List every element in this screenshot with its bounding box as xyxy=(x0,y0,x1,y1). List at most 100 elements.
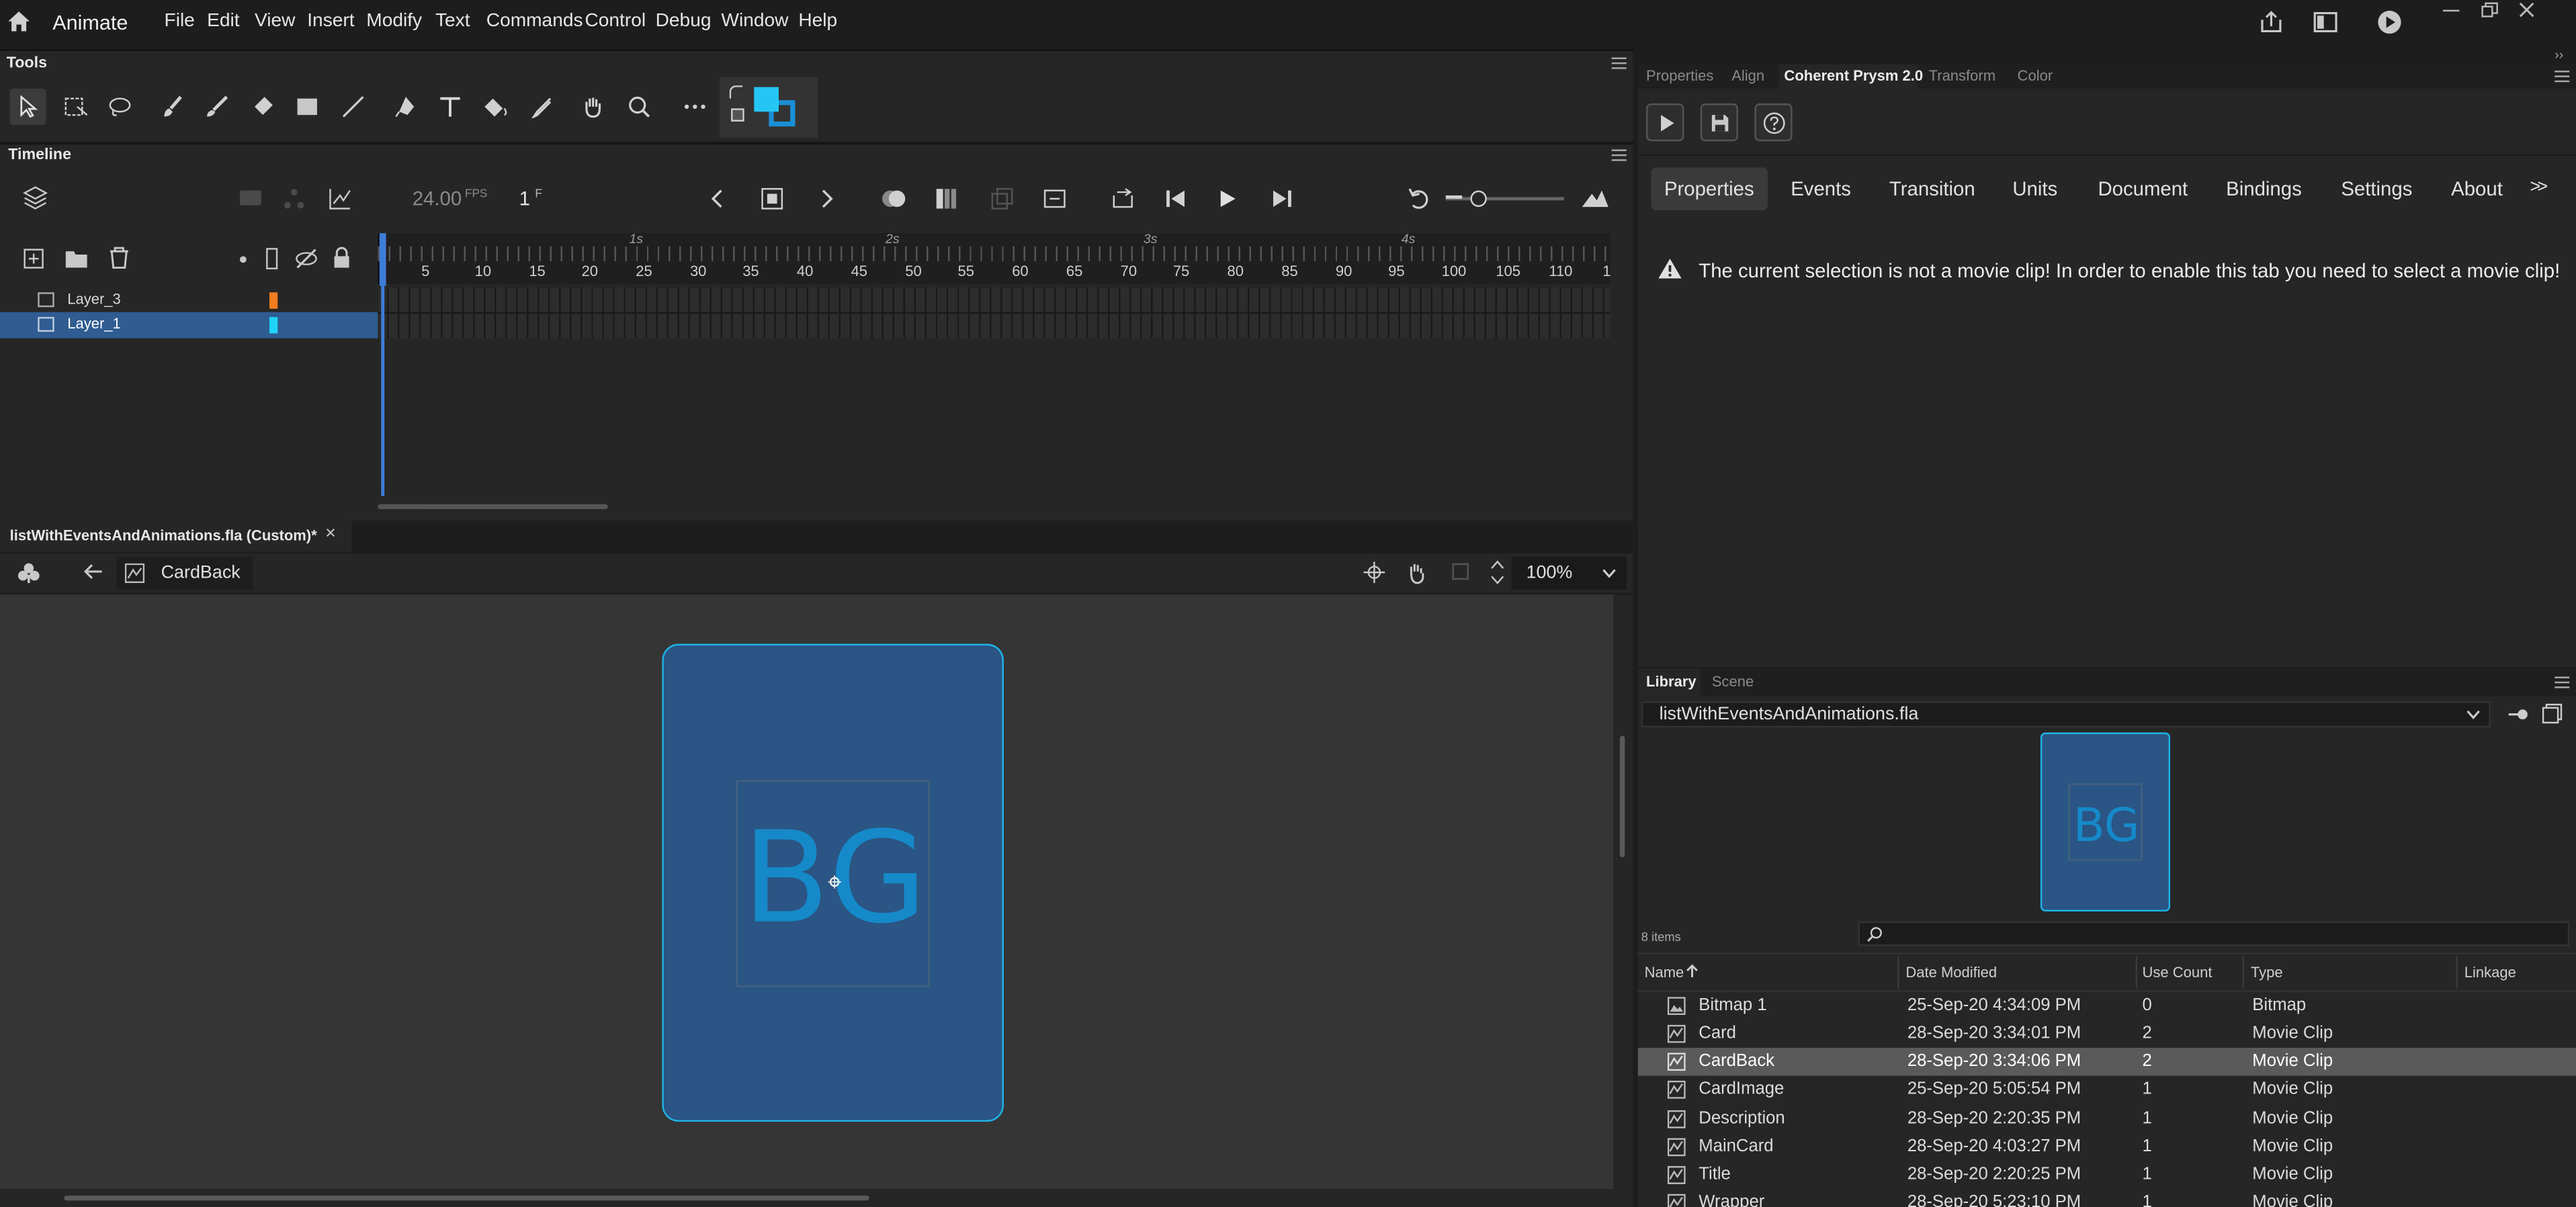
selection-tool-icon[interactable] xyxy=(9,89,46,125)
new-library-panel-icon[interactable] xyxy=(2542,703,2563,725)
menu-edit[interactable]: Edit xyxy=(207,11,239,31)
col-type[interactable]: Type xyxy=(2251,964,2283,980)
library-row-bitmap-1[interactable]: Bitmap 1 25-Sep-20 4:34:09 PM 0 Bitmap xyxy=(1638,992,2576,1020)
panel-menu-icon[interactable] xyxy=(2554,71,2570,83)
menu-modify[interactable]: Modify xyxy=(366,11,422,31)
step-back-icon[interactable] xyxy=(1165,189,1187,208)
new-folder-icon[interactable] xyxy=(64,248,89,269)
layer-name[interactable]: Layer_1 xyxy=(67,315,121,331)
frame-display[interactable]: 1F xyxy=(519,187,542,210)
highlight-layers-icon[interactable] xyxy=(239,256,247,263)
prysm-tabs-more[interactable]: >> xyxy=(2517,167,2558,210)
minimize-icon[interactable] xyxy=(2442,9,2460,12)
col-name[interactable]: Name xyxy=(1645,964,1684,980)
tab-scene[interactable]: Scene xyxy=(1712,674,1754,690)
line-tool-icon[interactable] xyxy=(335,89,372,125)
breadcrumb[interactable]: CardBack xyxy=(116,556,253,590)
sort-arrow-up-icon[interactable] xyxy=(1686,964,1699,979)
more-tools-icon[interactable] xyxy=(677,89,713,125)
center-stage-icon[interactable] xyxy=(1363,562,1385,584)
library-row-cardimage[interactable]: CardImage 25-Sep-20 5:05:54 PM 1 Movie C… xyxy=(1638,1076,2576,1104)
menu-commands[interactable]: Commands xyxy=(486,11,583,31)
home-icon[interactable] xyxy=(7,10,32,33)
delete-layer-icon[interactable] xyxy=(108,247,130,269)
zoom-input[interactable]: 100% xyxy=(1511,556,1627,590)
layer-row-layer-3[interactable]: Layer_3 xyxy=(0,287,378,314)
col-separator[interactable] xyxy=(1897,956,1899,989)
bg-inner-box[interactable]: BG xyxy=(736,780,930,987)
step-forward-icon[interactable] xyxy=(1272,189,1293,208)
eyedropper-tool-icon[interactable] xyxy=(524,89,560,125)
menu-text[interactable]: Text xyxy=(435,11,470,31)
outline-icon[interactable] xyxy=(266,248,278,270)
stage-hscrollbar[interactable] xyxy=(0,1189,1633,1207)
library-row-maincard[interactable]: MainCard 28-Sep-20 4:03:27 PM 1 Movie Cl… xyxy=(1638,1133,2576,1161)
next-keyframe-icon[interactable] xyxy=(818,189,834,208)
menu-view[interactable]: View xyxy=(255,11,295,31)
insert-keyframe-icon[interactable] xyxy=(761,187,783,210)
brush-tool-icon[interactable] xyxy=(199,89,235,125)
tab-library[interactable]: Library xyxy=(1637,668,1701,697)
stage[interactable]: BG xyxy=(0,594,1614,1190)
hide-layers-icon[interactable] xyxy=(294,248,319,269)
chevron-down-icon[interactable] xyxy=(1602,568,1617,578)
paint-bucket-tool-icon[interactable] xyxy=(478,89,515,125)
rectangle-tool-icon[interactable] xyxy=(289,89,325,125)
prysm-tab-bindings[interactable]: Bindings xyxy=(2213,167,2315,210)
col-date-modified[interactable]: Date Modified xyxy=(1905,964,1997,980)
rotation-icon[interactable] xyxy=(1405,562,1430,584)
zoom-stepper[interactable] xyxy=(1490,558,1505,586)
show-layers-icon[interactable] xyxy=(23,185,48,210)
prysm-tab-document[interactable]: Document xyxy=(2085,167,2201,210)
prysm-tab-units[interactable]: Units xyxy=(2000,167,2071,210)
default-colors-icon[interactable] xyxy=(731,108,744,122)
library-row-cardback[interactable]: CardBack 28-Sep-20 3:34:06 PM 2 Movie Cl… xyxy=(1637,1048,2576,1076)
lock-layers-icon[interactable] xyxy=(332,247,351,269)
timeline-scrollbar[interactable] xyxy=(378,504,608,509)
onion-skin-icon[interactable] xyxy=(881,187,907,210)
prysm-tab-events[interactable]: Events xyxy=(1778,167,1864,210)
share-icon[interactable] xyxy=(2259,10,2284,35)
col-use-count[interactable]: Use Count xyxy=(2142,964,2212,980)
vscroll-thumb[interactable] xyxy=(1619,735,1625,858)
prysm-help-button[interactable] xyxy=(1754,103,1793,142)
tab-color[interactable]: Color xyxy=(2018,67,2053,83)
tools-menu-icon[interactable] xyxy=(1611,57,1627,69)
tab-coherent-prysm[interactable]: Coherent Prysm 2.0 xyxy=(1779,64,1923,89)
fill-color-swatch[interactable] xyxy=(754,87,779,112)
collapse-panel-icon[interactable]: ›› xyxy=(2554,48,2563,62)
paint-brush-tool-icon[interactable] xyxy=(155,89,191,125)
test-movie-icon[interactable] xyxy=(2377,10,2402,35)
library-row-title[interactable]: Title 28-Sep-20 2:20:25 PM 1 Movie Clip xyxy=(1638,1161,2576,1190)
col-separator[interactable] xyxy=(2135,956,2138,989)
prysm-tab-about[interactable]: About xyxy=(2438,167,2516,210)
undo-icon[interactable] xyxy=(1408,187,1430,210)
hscroll-thumb[interactable] xyxy=(64,1196,869,1201)
scene-icon[interactable] xyxy=(16,562,41,584)
restore-icon[interactable] xyxy=(2481,1,2499,17)
library-file-select[interactable]: listWithEventsAndAnimations.fla xyxy=(1641,701,2491,728)
lasso-tool-icon[interactable] xyxy=(102,89,138,125)
layer-name[interactable]: Layer_3 xyxy=(67,291,121,307)
col-linkage[interactable]: Linkage xyxy=(2464,964,2516,980)
eraser-tool-icon[interactable] xyxy=(245,89,281,125)
library-row-description[interactable]: Description 28-Sep-20 2:20:35 PM 1 Movie… xyxy=(1638,1106,2576,1134)
library-menu-icon[interactable] xyxy=(2554,676,2570,688)
tab-transform[interactable]: Transform xyxy=(1929,67,1995,83)
close-window-icon[interactable] xyxy=(2518,1,2534,17)
stage-vscrollbar[interactable] xyxy=(1613,594,1633,1190)
frame-size-slider[interactable] xyxy=(1445,190,1564,208)
free-transform-tool-icon[interactable] xyxy=(58,89,94,125)
back-arrow-icon[interactable] xyxy=(83,564,103,580)
tab-align[interactable]: Align xyxy=(1731,67,1764,83)
menu-debug[interactable]: Debug xyxy=(656,11,712,31)
text-tool-icon[interactable] xyxy=(432,89,468,125)
prev-keyframe-icon[interactable] xyxy=(710,189,726,208)
new-layer-icon[interactable] xyxy=(23,248,44,269)
swap-colors-icon[interactable] xyxy=(729,85,743,99)
prysm-tab-settings[interactable]: Settings xyxy=(2328,167,2425,210)
slider-thumb[interactable] xyxy=(1470,190,1487,208)
menu-control[interactable]: Control xyxy=(585,11,646,31)
edit-multiple-frames-icon[interactable] xyxy=(935,187,957,210)
menu-insert[interactable]: Insert xyxy=(307,11,354,31)
